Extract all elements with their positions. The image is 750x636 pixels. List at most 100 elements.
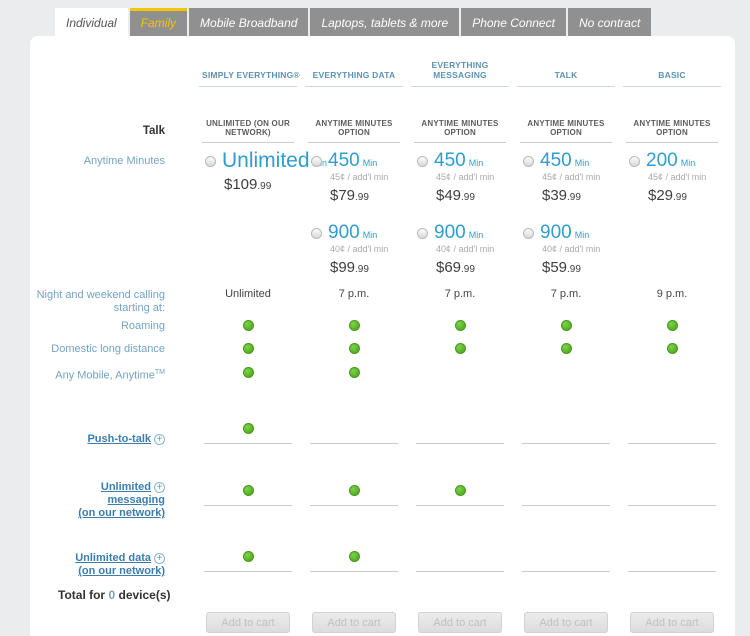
radio-button[interactable] [417, 156, 428, 167]
feature-included-dot [349, 367, 360, 378]
radio-button[interactable] [311, 228, 322, 239]
add-to-cart-button-everything-data[interactable]: Add to cart [312, 612, 396, 633]
expand-plus-icon[interactable]: + [154, 482, 165, 493]
addl-minute-rate: 45¢ / add'l min [542, 172, 619, 182]
plan-price: $69.99 [436, 259, 513, 276]
add-to-cart-button-talk[interactable]: Add to cart [524, 612, 608, 633]
plan-price: $29.99 [648, 187, 725, 204]
talk-option-header: ANYTIME MINUTES OPTION [520, 119, 612, 143]
divider [628, 443, 716, 444]
tab-mobile-broadband[interactable]: Mobile Broadband [189, 8, 308, 36]
night-weekend-value: Unlimited [195, 288, 301, 315]
spacer [30, 223, 195, 276]
empty-cell [195, 223, 301, 276]
night-weekend-label: Night and weekend calling starting at: [30, 288, 195, 315]
divider [628, 571, 716, 572]
unlimited-messaging-link[interactable]: Unlimited+ messaging (on our network) [30, 481, 195, 520]
tab-laptops-tablets[interactable]: Laptops, tablets & more [310, 8, 459, 36]
feature-included-dot [243, 320, 254, 331]
divider [628, 505, 716, 506]
expand-plus-icon[interactable]: + [154, 434, 165, 445]
addl-minute-rate: 40¢ / add'l min [542, 244, 619, 254]
anytime-minutes-label: Anytime Minutes [30, 151, 195, 213]
plan-names-row: SIMPLY EVERYTHING® EVERYTHING DATA EVERY… [30, 60, 735, 87]
plan-price: $109.99 [224, 176, 301, 193]
divider [310, 505, 398, 506]
plan-comparison-panel: SIMPLY EVERYTHING® EVERYTHING DATA EVERY… [30, 36, 735, 636]
divider [522, 443, 610, 444]
minutes-unit: Min [469, 230, 484, 240]
divider [204, 571, 292, 572]
feature-included-dot [561, 343, 572, 354]
device-count: 0 [108, 588, 115, 602]
addl-minute-rate: 40¢ / add'l min [436, 244, 513, 254]
add-to-cart-button-basic[interactable]: Add to cart [630, 612, 714, 633]
feature-included-dot [243, 343, 254, 354]
tab-no-contract[interactable]: No contract [568, 8, 651, 36]
minutes-value: 450 [328, 151, 360, 171]
feature-included-dot [667, 320, 678, 331]
spacer [30, 612, 195, 633]
minutes-unit: Min [363, 230, 378, 240]
minutes-value: 900 [328, 223, 360, 243]
talk-option-header: ANYTIME MINUTES OPTION [626, 119, 718, 143]
radio-button[interactable] [205, 156, 216, 167]
minutes-unit: Min [681, 158, 696, 168]
feature-included-dot [561, 320, 572, 331]
divider [416, 571, 504, 572]
feature-included-dot [455, 320, 466, 331]
empty-cell [619, 223, 725, 276]
minutes-unit: Min [363, 158, 378, 168]
plan-option-everything-data: 450 Min 45¢ / add'l min $79.99 [301, 151, 407, 213]
divider [204, 505, 292, 506]
night-weekend-row: Night and weekend calling starting at: U… [30, 288, 735, 315]
minutes-value: 200 [646, 151, 678, 171]
tab-family[interactable]: Family [130, 8, 187, 36]
divider [310, 571, 398, 572]
plan-header-talk: TALK [517, 70, 615, 87]
minutes-value: 900 [540, 223, 572, 243]
domestic-long-distance-label: Domestic long distance [30, 338, 195, 361]
add-to-cart-button-everything-messaging[interactable]: Add to cart [418, 612, 502, 633]
domestic-long-distance-row: Domestic long distance [30, 338, 735, 361]
feature-included-dot [243, 551, 254, 562]
plan-price: $79.99 [330, 187, 407, 204]
radio-button[interactable] [417, 228, 428, 239]
minutes-unit: Min [469, 158, 484, 168]
unlimited-data-link[interactable]: Unlimited data+ (on our network) [30, 552, 195, 578]
tab-individual[interactable]: Individual [55, 8, 128, 39]
talk-option-header: ANYTIME MINUTES OPTION [308, 119, 400, 143]
addl-minute-rate: 45¢ / add'l min [648, 172, 725, 182]
minutes-value: 900 [434, 223, 466, 243]
talk-option-headers-row: Talk UNLIMITED (ON OUR NETWORK) ANYTIME … [30, 119, 735, 143]
plan-option-everything-messaging: 450 Min 45¢ / add'l min $49.99 [407, 151, 513, 213]
any-mobile-anytime-row: Any Mobile, AnytimeTM [30, 361, 735, 384]
unlimited-messaging-row: Unlimited+ messaging (on our network) [30, 458, 735, 506]
any-mobile-anytime-label: Any Mobile, AnytimeTM [30, 361, 195, 388]
plan-price: $39.99 [542, 187, 619, 204]
feature-included-dot [243, 485, 254, 496]
plan-header-everything-messaging: EVERYTHING MESSAGING [411, 60, 509, 87]
minutes-value: 450 [540, 151, 572, 171]
radio-button[interactable] [523, 156, 534, 167]
divider [522, 505, 610, 506]
addl-minute-rate: 45¢ / add'l min [330, 172, 407, 182]
push-to-talk-link[interactable]: Push-to-talk+ [30, 433, 195, 446]
plan-option-everything-messaging-900: 900 Min 40¢ / add'l min $69.99 [407, 223, 513, 276]
plan-price: $59.99 [542, 259, 619, 276]
plan-option-talk-900: 900 Min 40¢ / add'l min $59.99 [513, 223, 619, 276]
divider [416, 443, 504, 444]
radio-button[interactable] [523, 228, 534, 239]
talk-option-header: ANYTIME MINUTES OPTION [414, 119, 506, 143]
add-to-cart-button-simply-everything[interactable]: Add to cart [206, 612, 290, 633]
add-to-cart-row: Add to cart Add to cart Add to cart Add … [30, 612, 735, 633]
roaming-label: Roaming [30, 315, 195, 338]
expand-plus-icon[interactable]: + [154, 553, 165, 564]
plan-option-everything-data-900: 900 Min 40¢ / add'l min $99.99 [301, 223, 407, 276]
addl-minute-rate: 45¢ / add'l min [436, 172, 513, 182]
radio-button[interactable] [311, 156, 322, 167]
radio-button[interactable] [629, 156, 640, 167]
tab-phone-connect[interactable]: Phone Connect [461, 8, 566, 36]
plan-header-simply-everything: SIMPLY EVERYTHING® [199, 70, 297, 87]
feature-included-dot [349, 343, 360, 354]
